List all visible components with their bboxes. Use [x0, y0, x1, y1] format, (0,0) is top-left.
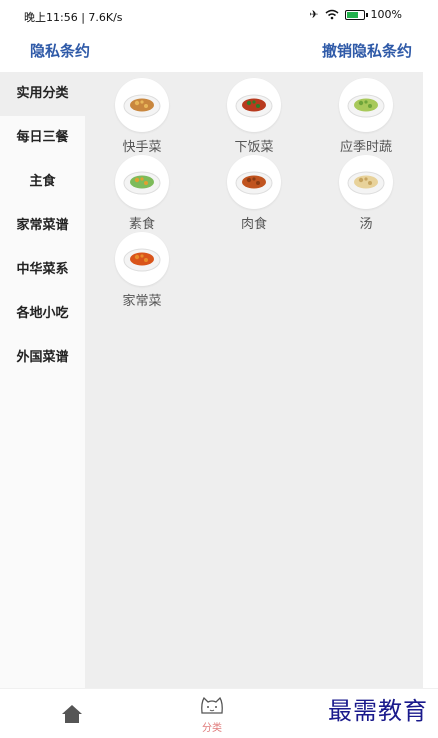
sidebar-item[interactable]: 每日三餐	[0, 116, 85, 160]
category-card[interactable]: 素食	[86, 155, 198, 232]
bottom-nav: 分类 最需教育	[0, 688, 438, 738]
sidebar-item[interactable]: 实用分类	[0, 72, 85, 116]
watermark-text: 最需教育	[328, 697, 428, 725]
sidebar-item[interactable]: 主食	[0, 160, 85, 204]
wifi-icon	[325, 9, 339, 20]
right-edge-strip	[423, 72, 438, 688]
status-bar: 晚上11:56 | 7.6K/s ✈ 100%	[0, 0, 438, 32]
sidebar-item[interactable]: 家常菜谱	[0, 204, 85, 248]
category-card[interactable]: 家常菜	[86, 232, 198, 309]
dish-image	[227, 155, 281, 209]
category-card-label: 家常菜	[122, 294, 162, 309]
dish-image	[339, 78, 393, 132]
tab-category[interactable]: 分类	[190, 695, 234, 735]
sidebar-item[interactable]: 中华菜系	[0, 248, 85, 292]
battery-icon	[344, 9, 368, 20]
dish-image	[227, 78, 281, 132]
category-card[interactable]: 快手菜	[86, 78, 198, 155]
status-time-speed: 晚上11:56 | 7.6K/s	[24, 11, 123, 24]
sidebar-item[interactable]: 外国菜谱	[0, 336, 85, 380]
dish-image	[339, 155, 393, 209]
battery-percent: 100%	[370, 8, 402, 21]
status-icons: ✈ 100%	[309, 8, 402, 21]
dish-image	[115, 155, 169, 209]
category-card-label: 下饭菜	[234, 140, 274, 155]
tab-category-label: 分类	[202, 723, 222, 734]
category-card-label: 应季时蔬	[339, 140, 392, 155]
category-content: 快手菜 下饭菜 应季时蔬素食 肉食 汤家常菜	[85, 72, 423, 688]
category-sidebar: 实用分类 每日三餐 主食 家常菜谱 中华菜系 各地小吃 外国菜谱	[0, 72, 85, 688]
header-bar: 隐私条约 撤销隐私条约	[0, 32, 438, 72]
dish-image	[115, 232, 169, 286]
sidebar-item[interactable]: 各地小吃	[0, 292, 85, 336]
category-card-label: 素食	[128, 217, 155, 232]
revoke-privacy-link[interactable]: 撤销隐私条约	[322, 40, 412, 61]
category-card-label: 肉食	[240, 217, 267, 232]
category-card[interactable]: 应季时蔬	[310, 78, 422, 155]
airplane-icon: ✈	[309, 8, 319, 21]
category-card[interactable]: 汤	[310, 155, 422, 232]
privacy-policy-link[interactable]: 隐私条约	[30, 40, 90, 61]
cat-face-icon	[201, 696, 223, 714]
home-icon[interactable]	[60, 703, 84, 725]
category-card[interactable]: 肉食	[198, 155, 310, 232]
category-card-label: 汤	[359, 217, 373, 232]
category-card-label: 快手菜	[122, 140, 162, 155]
category-card[interactable]: 下饭菜	[198, 78, 310, 155]
dish-image	[115, 78, 169, 132]
